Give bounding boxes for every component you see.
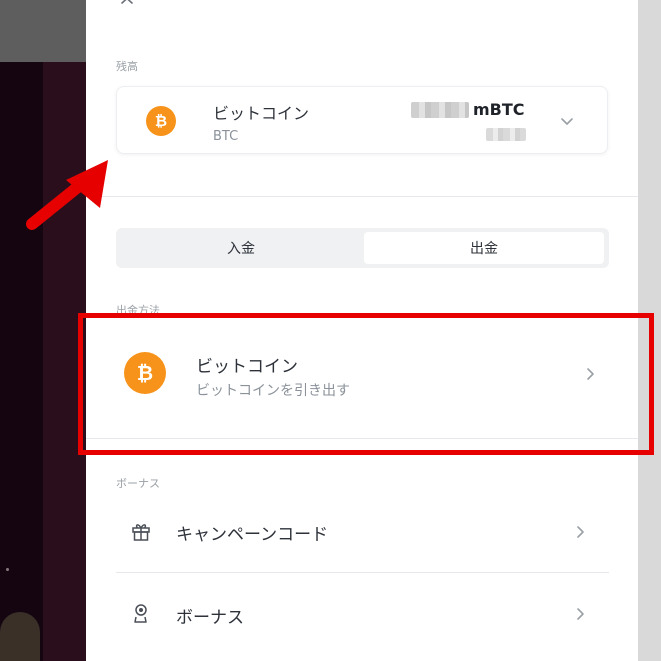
gift-icon xyxy=(132,524,150,541)
tab-deposit[interactable]: 入金 xyxy=(120,232,362,264)
campaign-code-label: キャンペーンコード xyxy=(176,525,329,545)
background-figure xyxy=(0,612,40,661)
background-dot xyxy=(6,568,9,571)
withdraw-method-description: ビットコインを引き出す xyxy=(196,383,350,399)
bitcoin-icon: ₿ xyxy=(146,106,176,136)
balance-currency-name: ビットコイン xyxy=(213,104,310,123)
bonus-label: ボーナス xyxy=(176,608,244,628)
withdraw-method-name: ビットコイン xyxy=(196,357,298,377)
balance-section-label: 残高 xyxy=(116,60,138,73)
chevron-right-icon xyxy=(577,526,584,538)
background-top-strip xyxy=(0,0,86,62)
divider xyxy=(116,572,609,573)
balance-currency-code: BTC xyxy=(213,129,239,144)
highlight-box xyxy=(78,313,654,455)
bonus-section-label: ボーナス xyxy=(116,477,160,490)
divider xyxy=(86,438,638,439)
bitcoin-icon: ₿ xyxy=(124,352,166,394)
divider xyxy=(86,196,638,197)
close-icon[interactable] xyxy=(119,0,139,8)
balance-amount-blurred xyxy=(411,102,469,118)
red-arrow-annotation xyxy=(26,160,108,230)
background-left xyxy=(0,0,86,661)
chevron-right-icon xyxy=(577,608,584,620)
chevron-right-icon xyxy=(587,368,594,380)
deposit-withdraw-tabs: 入金 出金 xyxy=(116,228,609,268)
balance-unit: mBTC xyxy=(473,100,525,119)
tab-withdraw[interactable]: 出金 xyxy=(364,232,604,264)
balance-currency-selector[interactable] xyxy=(116,86,608,154)
chevron-down-icon[interactable] xyxy=(558,112,576,130)
award-icon xyxy=(134,604,147,623)
balance-secondary-amount-blurred xyxy=(486,128,526,141)
